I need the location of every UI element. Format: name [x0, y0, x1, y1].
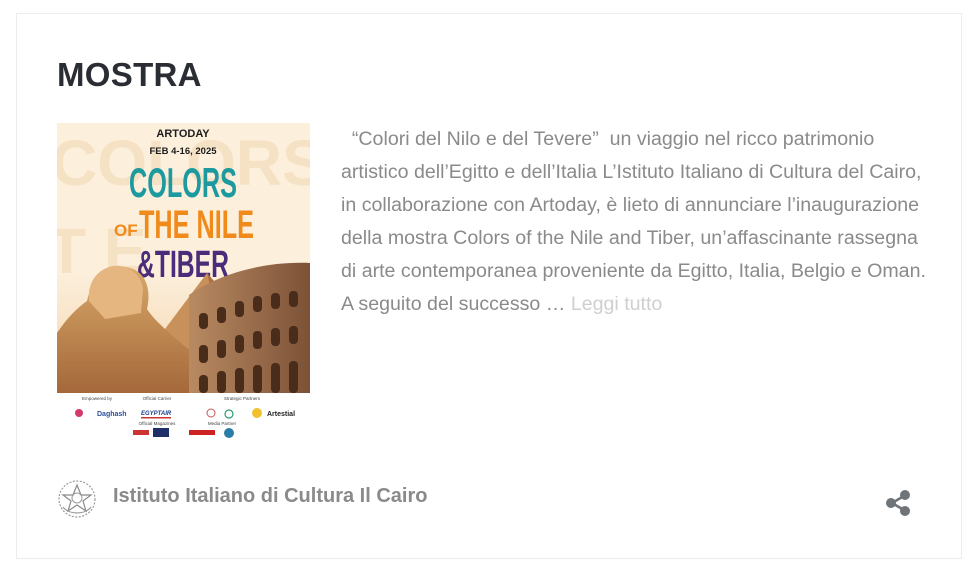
poster-title-tiber: &TIBER — [137, 244, 229, 286]
sponsor-label-media: Media Partner — [208, 421, 237, 426]
sponsor-label-strategic: Strategic Partners — [224, 396, 261, 401]
author-name[interactable]: Istituto Italiano di Cultura Il Cairo — [113, 485, 427, 508]
author-avatar[interactable] — [57, 479, 97, 519]
poster-sponsor-strip: Empowered by Official Carrier Strategic … — [57, 393, 310, 446]
poster-dates: FEB 4-16, 2025 — [149, 146, 217, 157]
sponsor-logo-sun — [252, 408, 262, 418]
poster-title-colors: COLORS — [129, 159, 237, 206]
poster-title-nile: THE NILE — [139, 203, 254, 247]
post-excerpt-text: “Colori del Nilo e del Tevere” un viaggi… — [341, 128, 926, 315]
poster-title-of: OF — [114, 221, 138, 240]
sponsor-label-magazines: Official Magazines — [139, 421, 176, 426]
sponsor-logo-flower — [75, 409, 83, 417]
post-thumbnail[interactable]: COLORS T E ARTODAY FEB 4-16, 2025 COLORS… — [57, 123, 310, 393]
post-card: MOSTRA COLORS T E ARTODAY FEB 4-16, 2025… — [16, 13, 962, 559]
sponsor-logo-artestial: Artestial — [267, 411, 295, 418]
poster-image: COLORS T E ARTODAY FEB 4-16, 2025 COLORS… — [57, 123, 310, 393]
post-excerpt: “Colori del Nilo e del Tevere” un viaggi… — [341, 123, 931, 321]
republic-emblem-icon — [58, 480, 96, 518]
sponsor-logo-ring — [206, 408, 216, 418]
share-icon — [886, 490, 910, 516]
share-button[interactable] — [883, 488, 913, 518]
post-title[interactable]: MOSTRA — [57, 56, 202, 94]
sponsor-label-carrier: Official Carrier — [143, 396, 172, 401]
sponsor-logos: Empowered by Official Carrier Strategic … — [75, 396, 295, 438]
poster-brand: ARTODAY — [156, 128, 210, 140]
sponsor-label-empowered: Empowered by — [82, 396, 113, 401]
sponsor-logo-egyptair: EGYPTAIR — [141, 411, 172, 417]
read-more-link[interactable]: Leggi tutto — [571, 293, 663, 315]
sponsor-logo-daghash: Daghash — [97, 411, 127, 418]
